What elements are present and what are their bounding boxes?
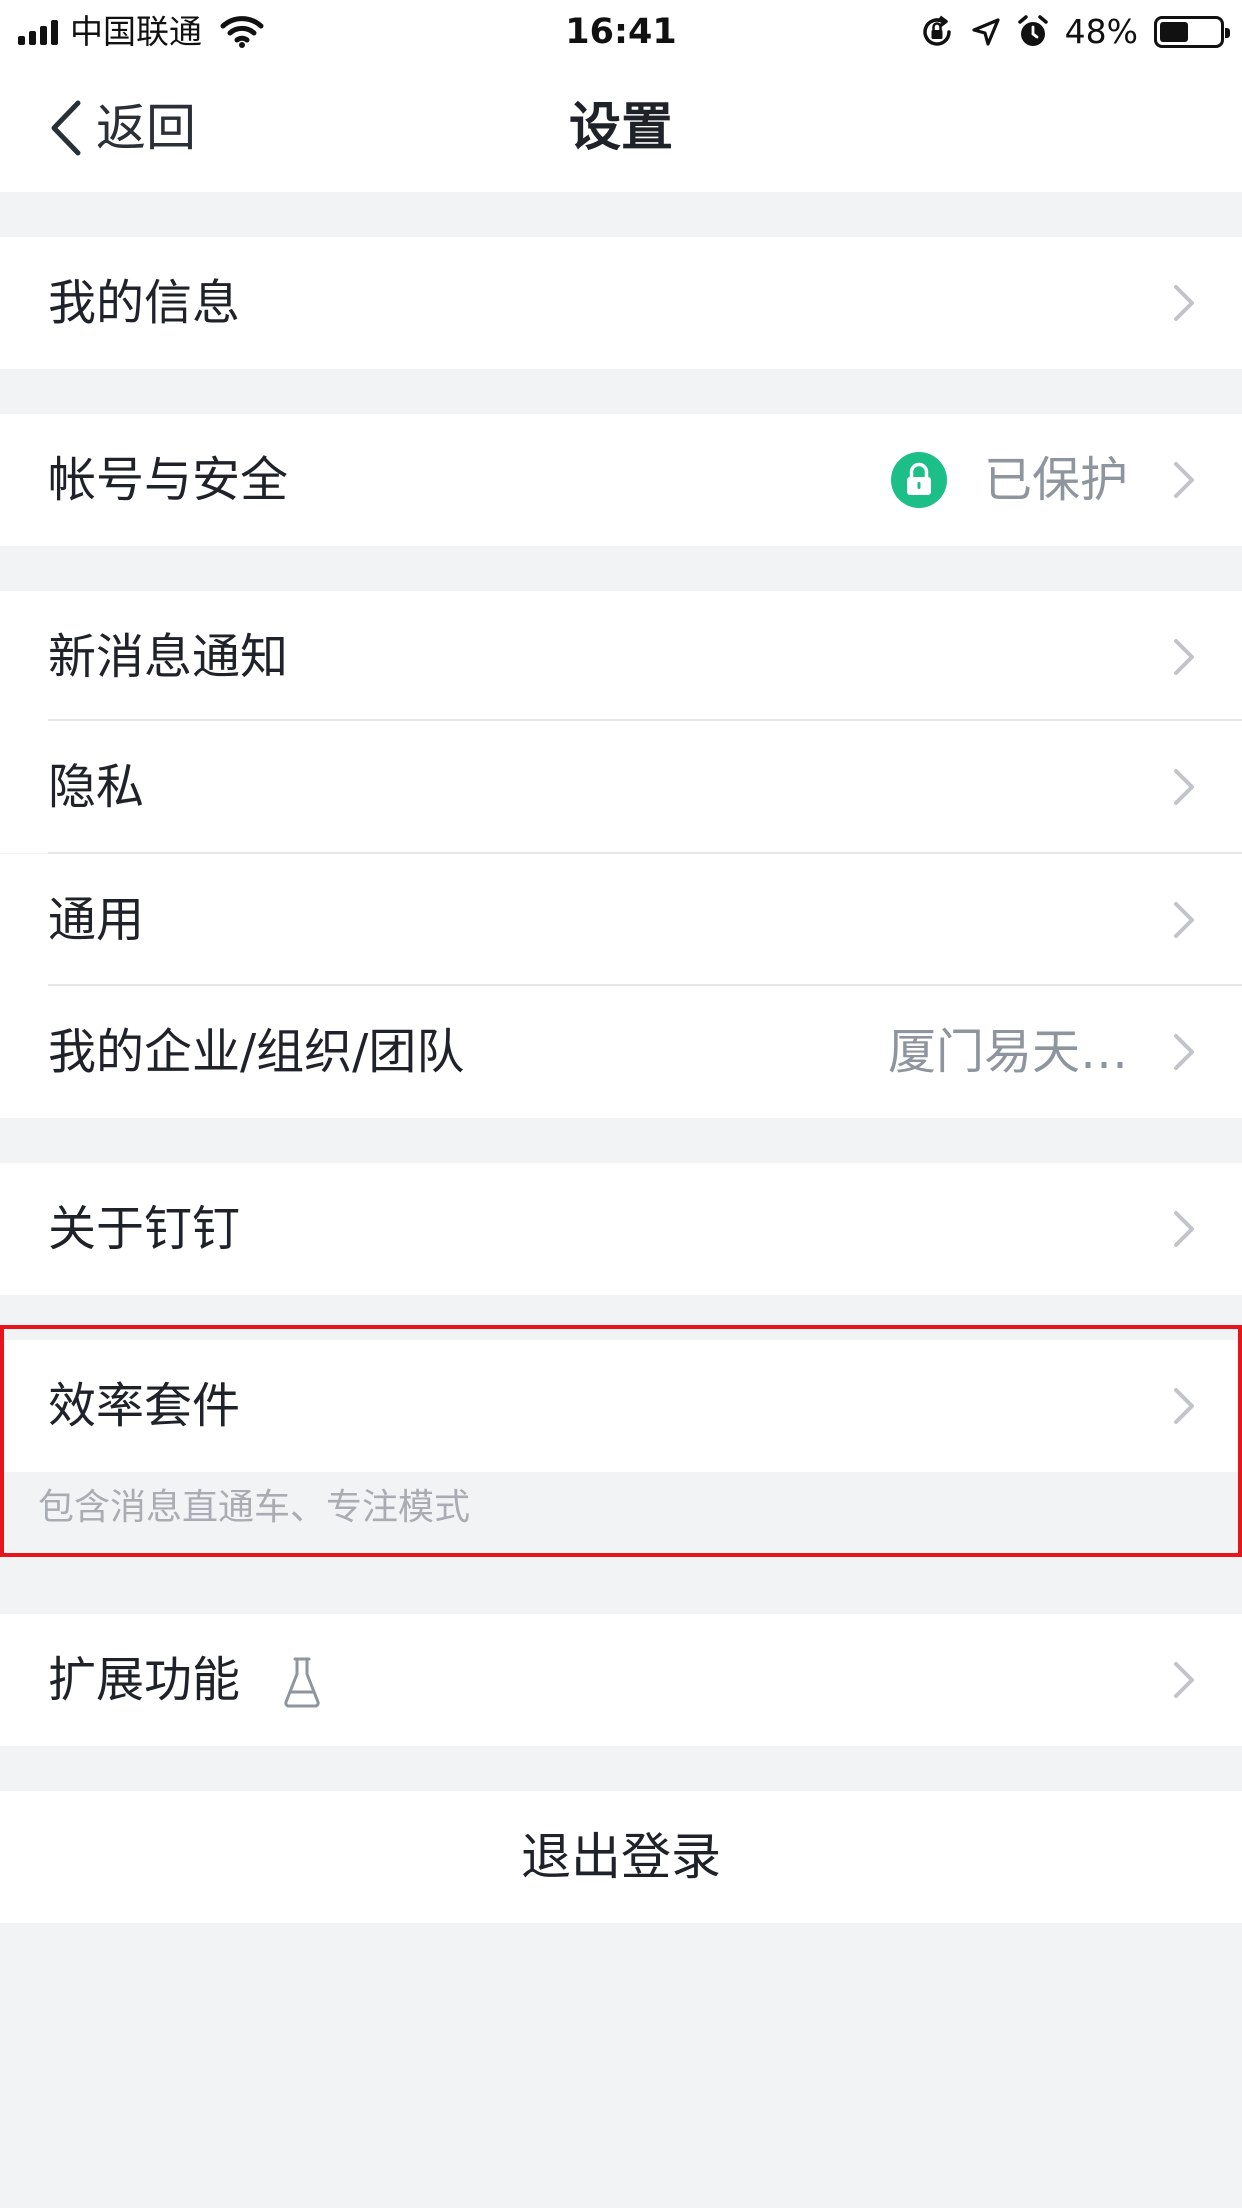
chevron-right-icon bbox=[1174, 1388, 1194, 1424]
settings-item-organization[interactable]: 我的企业/组织/团队 厦门易天… bbox=[0, 986, 1242, 1118]
settings-screen: 中国联通 16:41 48% 返回 设置 我的信息 帐号与安全 已保护 新消息通… bbox=[0, 0, 1242, 2208]
settings-item-extensions[interactable]: 扩展功能 bbox=[0, 1614, 1242, 1746]
lock-icon bbox=[891, 452, 947, 508]
settings-item-about[interactable]: 关于钉钉 bbox=[0, 1163, 1242, 1295]
status-right: 48% bbox=[919, 10, 1230, 54]
account-status-value: 已保护 bbox=[983, 452, 1128, 508]
settings-item-label: 帐号与安全 bbox=[48, 452, 289, 508]
settings-item-general[interactable]: 通用 bbox=[0, 854, 1242, 986]
status-bar: 中国联通 16:41 48% bbox=[0, 0, 1242, 64]
chevron-right-icon bbox=[1174, 1211, 1194, 1247]
chevron-right-icon bbox=[1174, 285, 1194, 321]
chevron-right-icon bbox=[1174, 1034, 1194, 1070]
settings-item-label: 通用 bbox=[48, 892, 145, 948]
rotation-lock-icon bbox=[922, 15, 951, 46]
settings-item-label: 隐私 bbox=[48, 759, 145, 815]
organization-value: 厦门易天… bbox=[887, 1024, 1128, 1080]
location-icon bbox=[972, 18, 1000, 46]
navigation-bar: 返回 设置 bbox=[0, 64, 1242, 192]
battery-level-fill bbox=[1160, 22, 1188, 42]
settings-item-label: 新消息通知 bbox=[48, 629, 289, 685]
chevron-right-icon bbox=[1174, 1662, 1194, 1698]
settings-item-label: 扩展功能 bbox=[48, 1652, 241, 1708]
efficiency-suite-description: 包含消息直通车、专注模式 bbox=[38, 1487, 471, 1528]
settings-item-notifications[interactable]: 新消息通知 bbox=[0, 591, 1242, 723]
chevron-right-icon bbox=[1174, 769, 1194, 805]
settings-item-efficiency-suite[interactable]: 效率套件 bbox=[0, 1340, 1242, 1472]
battery-percent: 48% bbox=[1064, 12, 1138, 51]
logout-button[interactable]: 退出登录 bbox=[0, 1791, 1242, 1923]
flask-icon bbox=[284, 1657, 320, 1708]
settings-item-label: 关于钉钉 bbox=[48, 1201, 241, 1257]
logout-label: 退出登录 bbox=[521, 1828, 721, 1886]
settings-item-privacy[interactable]: 隐私 bbox=[0, 721, 1242, 853]
alarm-icon bbox=[1017, 15, 1048, 46]
settings-item-label: 我的信息 bbox=[48, 275, 241, 331]
settings-item-my-info[interactable]: 我的信息 bbox=[0, 237, 1242, 369]
settings-item-label: 效率套件 bbox=[48, 1378, 241, 1434]
battery-icon bbox=[1154, 16, 1230, 48]
chevron-right-icon bbox=[1174, 462, 1194, 498]
settings-item-account-security[interactable]: 帐号与安全 已保护 bbox=[0, 414, 1242, 546]
page-title: 设置 bbox=[568, 98, 673, 158]
settings-item-label: 我的企业/组织/团队 bbox=[48, 1024, 465, 1080]
battery-tip bbox=[1225, 28, 1230, 38]
chevron-right-icon bbox=[1174, 902, 1194, 938]
chevron-right-icon bbox=[1174, 639, 1194, 675]
